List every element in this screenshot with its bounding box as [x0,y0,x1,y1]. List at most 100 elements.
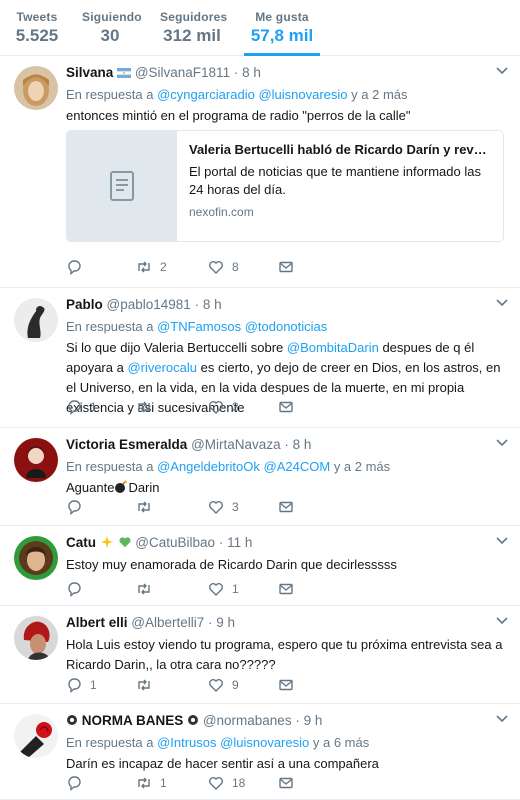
author-handle[interactable]: @SilvanaF1811 [135,65,230,80]
author-handle[interactable]: @MirtaNavaza [191,437,280,452]
direct-message-button[interactable] [278,258,294,276]
tweet-time[interactable]: 8 h [203,297,222,312]
envelope-icon [279,777,293,789]
author-name[interactable]: NORMA BANES [82,713,184,728]
avatar[interactable] [14,66,58,110]
direct-message-button[interactable] [278,676,294,694]
like-count: 3 [232,500,239,514]
mention-link[interactable]: @BombitaDarin [287,340,379,355]
stat-followers[interactable]: Seguidores 312 mil [160,0,227,56]
text-segment: Aguante [66,480,115,495]
mention-link[interactable]: @luisnovaresio [258,87,347,102]
chevron-down-icon[interactable] [496,438,508,448]
separator: · [284,437,289,452]
like-button[interactable]: 9 [208,676,239,694]
mention-link[interactable]: @todonoticias [245,319,328,334]
reply-prefix: En respuesta a [66,459,154,474]
like-button[interactable]: 1 [208,580,239,598]
reply-suffix[interactable]: y a 2 más [334,459,390,474]
tweet[interactable]: Silvana @SilvanaF1811 · 8 h En respuesta… [0,56,520,288]
reply-count: 1 [90,678,97,692]
author-handle[interactable]: @Albertelli7 [131,615,204,630]
tweet-time[interactable]: 8 h [242,65,261,80]
chevron-down-icon[interactable] [496,714,508,724]
like-button[interactable]: 18 [208,774,245,792]
like-button[interactable]: 3 [208,398,239,416]
like-count: 3 [232,400,239,414]
direct-message-button[interactable] [278,498,294,516]
stat-following-label: Siguiendo [82,10,142,24]
retweet-button[interactable] [136,676,160,694]
stat-likes[interactable]: Me gusta 57,8 mil [244,0,320,56]
tweet-text: Aguante Darin [66,478,506,498]
author-name[interactable]: Pablo [66,297,103,312]
avatar[interactable] [14,298,58,342]
reply-button[interactable] [66,774,90,792]
author-handle[interactable]: @pablo14981 [107,297,191,312]
author-handle[interactable]: @CatuBilbao [135,535,215,550]
reply-suffix[interactable]: y a 6 más [313,735,369,750]
reply-button[interactable] [66,258,90,276]
author-handle[interactable]: @normabanes [203,713,292,728]
avatar[interactable] [14,536,58,580]
tweet[interactable]: Albert elli @Albertelli7 · 9 h Hola Luis… [0,606,520,704]
mention-link[interactable]: @TNFamosos [157,319,241,334]
retweet-button[interactable]: 2 [136,258,167,276]
card-domain: nexofin.com [189,205,254,219]
avatar[interactable] [14,714,58,758]
retweet-count: 2 [160,260,167,274]
avatar[interactable] [14,616,58,660]
author-name[interactable]: Silvana [66,65,113,80]
text-segment: Si lo que dijo Valeria Bertuccelli sobre [66,340,287,355]
separator: · [295,713,300,728]
author-name[interactable]: Albert elli [66,615,128,630]
chevron-down-icon[interactable] [496,298,508,308]
text-segment: Darin [128,480,160,495]
reply-icon [68,776,81,791]
mention-link[interactable]: @riverocalu [127,360,197,375]
avatar[interactable] [14,438,58,482]
mention-link[interactable]: @Intrusos [157,735,216,750]
direct-message-button[interactable] [278,398,294,416]
mention-link[interactable]: @AngeldebritoOk [157,459,260,474]
retweet-button[interactable] [136,498,160,516]
tweet-time[interactable]: 8 h [293,437,312,452]
tweet-time[interactable]: 11 h [227,535,252,550]
chevron-down-icon[interactable] [496,536,508,546]
retweet-count: 1 [160,776,167,790]
reply-button[interactable] [66,580,90,598]
retweet-icon [138,777,150,789]
mention-link[interactable]: @A24COM [264,459,331,474]
link-card[interactable]: Valeria Bertucelli habló de Ricardo Darí… [66,130,504,242]
tweet[interactable]: Pablo @pablo14981 · 8 h En respuesta a @… [0,288,520,428]
direct-message-button[interactable] [278,774,294,792]
tweet-time[interactable]: 9 h [304,713,323,728]
green-heart-icon [119,537,131,548]
tweet[interactable]: Victoria Esmeralda @MirtaNavaza · 8 h En… [0,428,520,526]
retweet-button[interactable]: 1 [136,774,167,792]
retweet-button[interactable] [136,398,160,416]
like-count: 18 [232,776,246,790]
reply-button[interactable]: 1 [66,676,97,694]
heart-icon [209,401,223,414]
mention-link[interactable]: @cyngarciaradio [157,87,255,102]
author-name[interactable]: Catu [66,535,96,550]
tweet[interactable]: Catu @CatuBilbao · 11 h Estoy muy enamor… [0,526,520,606]
stat-following[interactable]: Siguiendo 30 [82,0,142,56]
mention-link[interactable]: @luisnovaresio [220,735,309,750]
author-name[interactable]: Victoria Esmeralda [66,437,187,452]
like-button[interactable]: 3 [208,498,239,516]
chevron-down-icon[interactable] [496,616,508,626]
tweet[interactable]: NORMA BANES @normabanes · 9 h En respues… [0,704,520,800]
reply-suffix[interactable]: y a 2 más [351,87,407,102]
stat-tweets[interactable]: Tweets 5.525 [14,0,60,56]
card-description: El portal de noticias que te mantiene in… [189,164,481,197]
tweet-time[interactable]: 9 h [216,615,235,630]
reply-button[interactable] [66,498,90,516]
direct-message-button[interactable] [278,580,294,598]
retweet-button[interactable] [136,580,160,598]
chevron-down-icon[interactable] [496,66,508,76]
reply-button[interactable]: 1 [66,398,97,416]
like-button[interactable]: 8 [208,258,239,276]
argentina-flag-icon [117,68,132,79]
